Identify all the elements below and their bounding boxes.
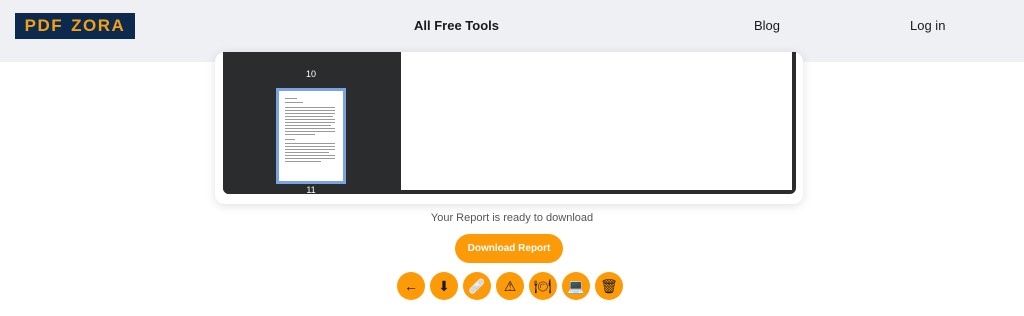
pdf-page-view[interactable] xyxy=(401,52,792,190)
trash-icon[interactable]: 🗑 xyxy=(595,272,623,300)
warning-icon[interactable]: ⚠ xyxy=(496,272,524,300)
logo[interactable]: PDF ZORA xyxy=(15,13,135,39)
thumbnail-sidebar[interactable]: 10 11 xyxy=(223,52,399,194)
nav-login[interactable]: Log in xyxy=(910,18,945,33)
pdf-viewer: 10 11 xyxy=(223,52,796,194)
download-icon[interactable]: ⬇ xyxy=(430,272,458,300)
logo-text: PDF xyxy=(24,16,64,35)
nav-all-free-tools[interactable]: All Free Tools xyxy=(414,18,499,33)
status-message: Your Report is ready to download xyxy=(430,212,594,224)
logo-text-2: ZORA xyxy=(71,16,126,35)
download-report-button[interactable]: Download Report xyxy=(455,234,563,263)
nav-blog[interactable]: Blog xyxy=(754,18,780,33)
cloche-icon[interactable]: 🍽 xyxy=(529,272,557,300)
laptop-icon[interactable]: 💻 xyxy=(562,272,590,300)
page-thumbnail[interactable] xyxy=(276,88,346,184)
back-arrow-icon[interactable]: ← xyxy=(397,272,425,300)
bandage-icon[interactable]: 🩹 xyxy=(463,272,491,300)
page-number-label: 10 xyxy=(305,69,316,79)
page-number-label: 11 xyxy=(306,185,316,194)
action-toolbar: ← ⬇ 🩹 ⚠ 🍽 💻 🗑 xyxy=(397,272,623,300)
